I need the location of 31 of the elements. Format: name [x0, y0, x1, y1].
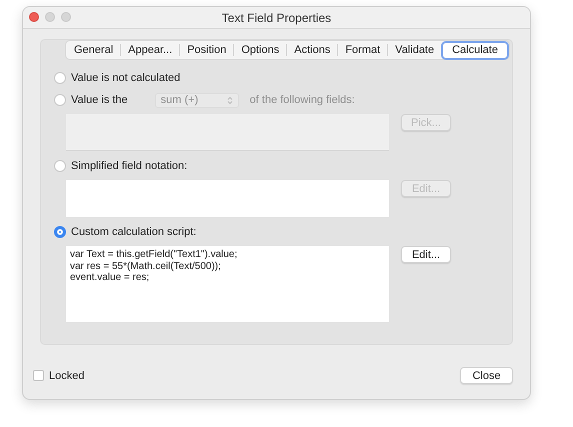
tab[interactable]: Format — [338, 44, 388, 56]
close-icon[interactable] — [29, 12, 39, 22]
tab[interactable]: Calculate — [441, 40, 509, 60]
checkbox[interactable] — [33, 370, 44, 381]
tab[interactable]: Appear... — [121, 44, 180, 56]
tab[interactable]: Actions — [287, 44, 338, 56]
locked-label: Locked — [49, 370, 84, 382]
code-line: event.value = res; — [70, 272, 150, 284]
script-field[interactable]: var Text = this.getField("Text1").value; var res = 55*(Math.ceil(Text/500)); event.value = res; — [66, 246, 389, 322]
radio-button[interactable] — [54, 226, 66, 238]
notation-field[interactable] — [66, 180, 389, 217]
radio-button[interactable] — [54, 160, 66, 172]
window-title: Text Field Properties — [222, 10, 332, 24]
radio-button[interactable] — [54, 94, 66, 106]
minimize-icon[interactable] — [45, 12, 55, 22]
zoom-icon[interactable] — [61, 12, 71, 22]
code-line: var res = 55*(Math.ceil(Text/500)); — [70, 260, 222, 272]
option-label: of the following fields: — [250, 94, 355, 106]
updown-icon — [226, 96, 233, 104]
option-label: Simplified field notation: — [71, 160, 188, 172]
tab[interactable]: General — [67, 44, 122, 56]
tab[interactable]: Options — [234, 44, 288, 56]
close-button[interactable]: Close — [460, 367, 513, 384]
tab[interactable]: Position — [180, 44, 234, 56]
radio-button[interactable] — [54, 72, 66, 84]
code-line: var Text = this.getField("Text1").value; — [70, 249, 238, 260]
fields-list[interactable] — [66, 114, 389, 151]
option-label: Value is not calculated — [71, 72, 180, 84]
option-label: Custom calculation script: — [71, 226, 196, 238]
option-label: Value is the — [71, 94, 128, 106]
side-button[interactable]: Edit... — [401, 246, 451, 263]
